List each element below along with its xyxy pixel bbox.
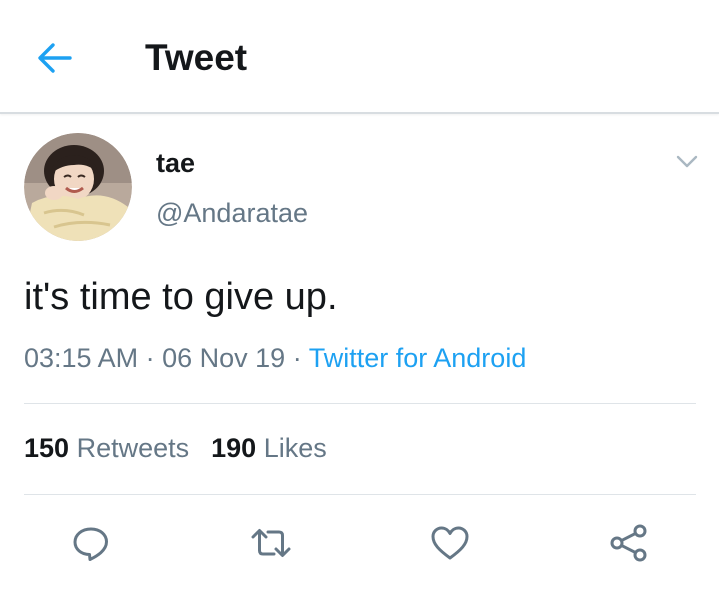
tweet-stats: 150 Retweets 190 Likes [24, 430, 327, 466]
page-title: Tweet [145, 37, 248, 78]
back-button[interactable] [34, 38, 74, 78]
chevron-down-icon [676, 155, 698, 168]
tweet-time: 03:15 AM [24, 343, 139, 373]
like-button[interactable] [429, 522, 471, 564]
tweet-detail-screen: Tweet tae @Andaratae it's time to give u… [0, 0, 719, 589]
divider [24, 403, 696, 404]
likes-label: Likes [263, 433, 327, 463]
retweets-label: Retweets [76, 433, 190, 463]
arrow-left-icon [38, 43, 72, 73]
tweet-text: it's time to give up. [24, 276, 338, 318]
likes-count: 190 [211, 433, 257, 463]
likes-stat[interactable]: 190 Likes [211, 433, 327, 463]
avatar[interactable] [24, 133, 132, 241]
author-handle[interactable]: @Andaratae [156, 196, 308, 230]
retweets-stat[interactable]: 150 Retweets [24, 433, 189, 463]
author-display-name[interactable]: tae [156, 146, 195, 180]
retweet-icon [251, 529, 291, 557]
tweet-menu-button[interactable] [676, 154, 698, 170]
tweet-source-link[interactable]: Twitter for Android [309, 343, 527, 373]
avatar-image [24, 133, 132, 241]
reply-bubble-icon [73, 527, 108, 561]
tweet-meta: 03:15 AM · 06 Nov 19 · Twitter for Andro… [24, 340, 526, 376]
tweet-date: 06 Nov 19 [162, 343, 286, 373]
share-icon [610, 524, 647, 562]
share-button[interactable] [608, 522, 650, 564]
reply-button[interactable] [70, 522, 112, 564]
retweets-count: 150 [24, 433, 70, 463]
heart-icon [431, 526, 469, 560]
app-header: Tweet [0, 0, 719, 114]
meta-separator: · [145, 343, 155, 373]
retweet-button[interactable] [250, 522, 292, 564]
meta-separator: · [292, 343, 302, 373]
divider [24, 494, 696, 495]
